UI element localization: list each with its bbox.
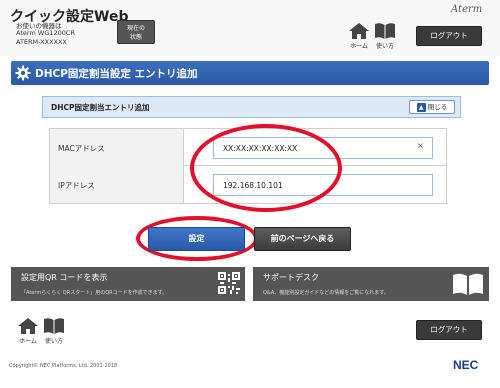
ip-address-label: IPアドレス xyxy=(50,166,184,203)
qr-panel-description: 「Atermらくらく QRスタート」用のQRコードを作成できます。 xyxy=(21,290,168,296)
nec-logo: NEC xyxy=(453,358,479,372)
current-state-line1: 現在の xyxy=(126,25,145,32)
howto-nav-label: 使い方 xyxy=(375,43,394,50)
gear-icon xyxy=(15,65,31,81)
back-button[interactable]: 前のページへ戻る xyxy=(254,227,351,251)
howto-nav-button[interactable]: 使い方 xyxy=(374,22,396,50)
book-icon xyxy=(453,273,483,295)
copyright: Copyright© NEC Platforms, Ltd. 2001-2018 xyxy=(9,363,118,369)
footer-howto-button[interactable]: 使い方 xyxy=(43,317,65,345)
home-icon xyxy=(349,23,369,39)
highlight-ellipse-inputs xyxy=(190,124,342,212)
footer-home-button[interactable]: ホーム xyxy=(17,317,39,345)
device-model: Aterm WG1200CR xyxy=(16,29,75,37)
set-button[interactable]: 設定 xyxy=(148,227,245,251)
logout-button[interactable]: ログアウト xyxy=(416,26,482,46)
qr-panel-title: 設定用QR コードを表示 xyxy=(21,273,108,282)
support-desk-panel[interactable]: サポートデスク Q&A、機能別設定ガイドなどの情報をご覧になれます。 xyxy=(253,267,489,301)
home-icon xyxy=(18,318,38,334)
mac-address-label: MACアドレス xyxy=(50,129,184,166)
section-title: DHCP固定割当エントリ追加 xyxy=(51,103,150,112)
home-nav-button[interactable]: ホーム xyxy=(348,22,370,50)
clear-icon[interactable]: × xyxy=(417,141,424,150)
current-state-button[interactable]: 現在の 状態 xyxy=(117,20,155,44)
footer-logout-button[interactable]: ログアウト xyxy=(416,320,482,340)
support-panel-description: Q&A、機能別設定ガイドなどの情報をご覧になれます。 xyxy=(263,290,389,296)
book-icon xyxy=(375,23,395,39)
page-title-bar: DHCP固定割当設定 エントリ追加 xyxy=(11,61,489,85)
current-state-line2: 状態 xyxy=(129,34,142,41)
book-icon xyxy=(44,318,64,334)
chevron-up-icon: ▲ xyxy=(416,102,426,112)
qr-code-icon xyxy=(217,271,241,295)
header: クイック設定Web お使いの機器は Aterm WG1200CR ATERM-X… xyxy=(0,0,500,56)
footer-howto-label: 使い方 xyxy=(44,338,63,345)
close-section-label: 閉じる xyxy=(427,103,448,111)
support-panel-title: サポートデスク xyxy=(263,273,319,282)
aterm-logo: Aterm xyxy=(451,4,483,15)
section-header: DHCP固定割当エントリ追加 ▲ 閉じる xyxy=(42,96,461,118)
qr-code-panel[interactable]: 設定用QR コードを表示 「Atermらくらく QRスタート」用のQRコードを作… xyxy=(11,267,245,301)
device-name: ATERM-XXXXXX xyxy=(16,38,67,46)
close-section-button[interactable]: ▲ 閉じる xyxy=(409,100,455,114)
page-title: DHCP固定割当設定 エントリ追加 xyxy=(35,68,198,80)
